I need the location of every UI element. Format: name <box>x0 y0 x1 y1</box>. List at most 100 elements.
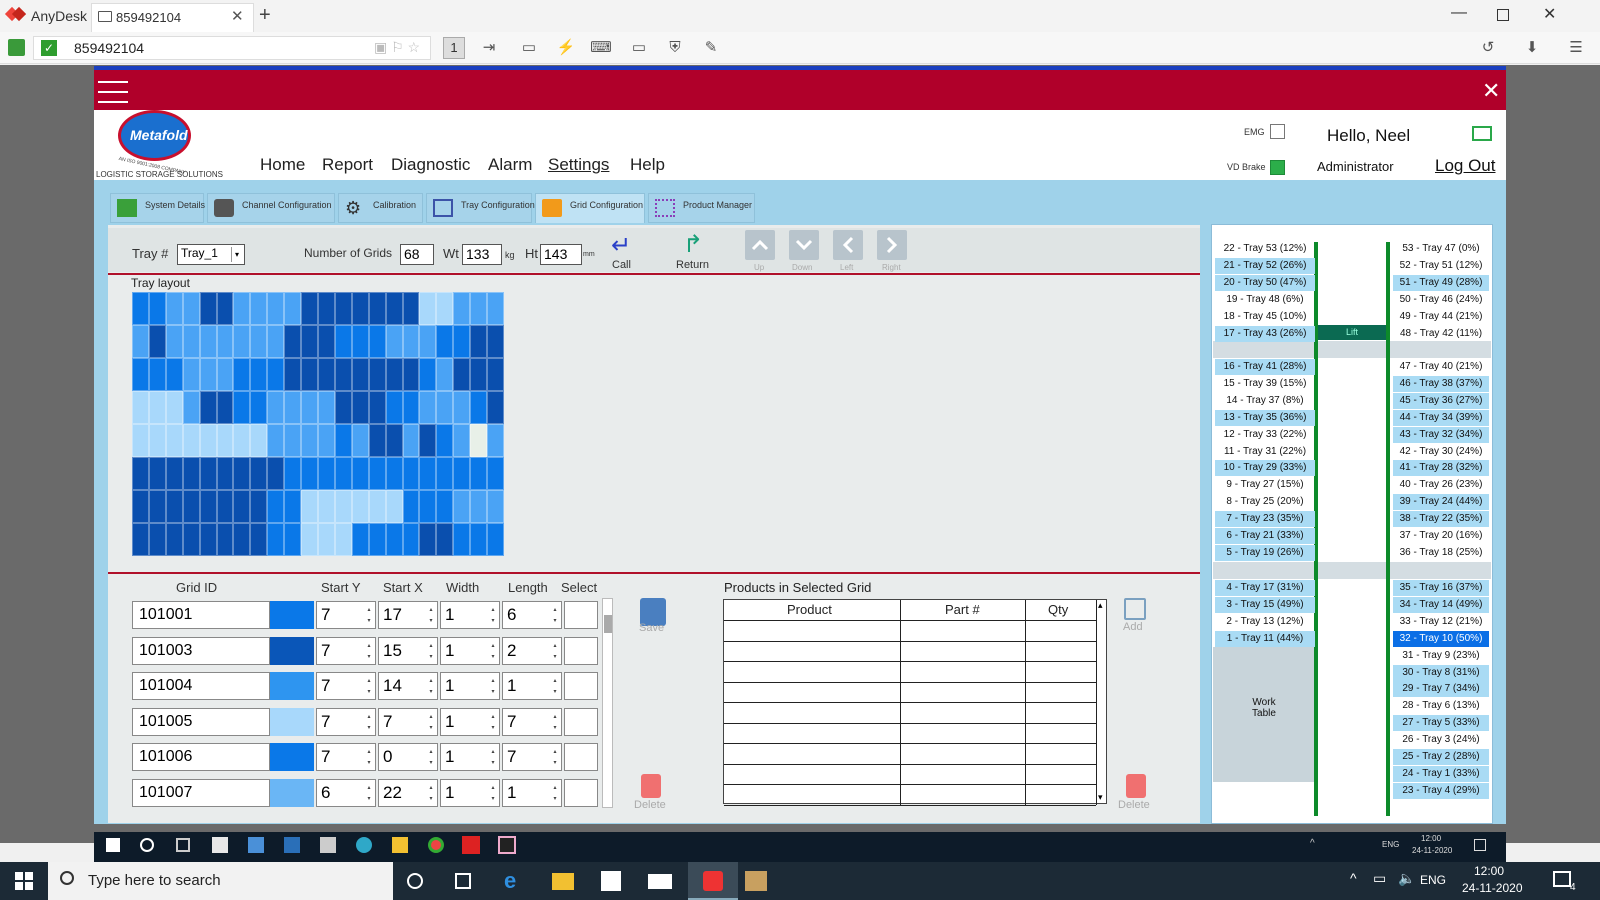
cortana-icon[interactable] <box>407 873 423 889</box>
tray-grid-cell[interactable] <box>368 490 386 523</box>
tray-grid-cell[interactable] <box>132 358 149 391</box>
lift-tray-slot[interactable]: 27 - Tray 5 (33%) <box>1393 715 1489 732</box>
lift-tray-slot[interactable]: 26 - Tray 3 (24%) <box>1393 732 1489 748</box>
down-button[interactable] <box>789 230 819 260</box>
tray-grid-cell[interactable] <box>148 457 166 490</box>
add-product-button[interactable]: Add <box>1123 621 1143 633</box>
tray-grid-cell[interactable] <box>368 457 386 490</box>
tray-grid-cell[interactable] <box>267 490 285 523</box>
lift-tray-slot[interactable]: 19 - Tray 48 (6%) <box>1215 292 1315 308</box>
tray-grid-cell[interactable] <box>148 391 166 424</box>
file-explorer-icon[interactable] <box>552 873 574 890</box>
tray-grid-cell[interactable] <box>132 457 149 490</box>
lift-tray-slot[interactable]: 35 - Tray 16 (37%) <box>1393 580 1489 596</box>
tray-grid-cell[interactable] <box>318 457 335 490</box>
tray-grid-cell[interactable] <box>470 490 488 523</box>
lift-tray-slot[interactable]: 42 - Tray 30 (24%) <box>1393 444 1489 460</box>
tray-grid-cell[interactable] <box>250 457 268 490</box>
tray-grid-cell[interactable] <box>182 457 200 490</box>
lift-tray-slot[interactable]: 15 - Tray 39 (15%) <box>1215 376 1315 392</box>
start-icon[interactable] <box>106 838 120 852</box>
tray-grid-cell[interactable] <box>368 424 386 457</box>
tray-grid-cell[interactable] <box>132 523 149 556</box>
spinner-arrows-icon[interactable]: ▴ ▾ <box>427 783 435 805</box>
tray-grid-cell[interactable] <box>351 490 369 523</box>
tray-grid-cell[interactable] <box>148 523 166 556</box>
tray-grid-cell[interactable] <box>284 490 302 523</box>
tray-grid-cell[interactable] <box>318 292 335 325</box>
tray-grid-cell[interactable] <box>436 325 454 358</box>
width-spinner[interactable]: 1 ▴ ▾ <box>440 636 500 665</box>
inner-lang[interactable]: ENG <box>1382 840 1399 849</box>
tray-grid-cell[interactable] <box>351 424 369 457</box>
lift-tray-slot[interactable]: 6 - Tray 21 (33%) <box>1215 528 1315 544</box>
start-x-spinner[interactable]: 0 ▴ ▾ <box>378 743 438 771</box>
tray-grid-cell[interactable] <box>233 391 251 424</box>
tray-grid-cell[interactable] <box>284 292 302 325</box>
lift-tray-slot[interactable]: 50 - Tray 46 (24%) <box>1393 292 1489 308</box>
spinner-arrows-icon[interactable]: ▴ ▾ <box>489 712 497 734</box>
tray-grid-cell[interactable] <box>419 391 437 424</box>
tray-grid-cell[interactable] <box>182 292 200 325</box>
lift-tray-slot[interactable]: 44 - Tray 34 (39%) <box>1393 409 1489 426</box>
tray-grid-cell[interactable] <box>199 325 217 358</box>
lift-tray-slot[interactable]: 31 - Tray 9 (23%) <box>1393 648 1489 664</box>
permissions-icon[interactable]: ⛨ <box>664 37 686 59</box>
width-spinner[interactable]: 1 ▴ ▾ <box>440 672 500 700</box>
select-checkbox[interactable] <box>564 636 598 665</box>
select-checkbox[interactable] <box>564 601 598 629</box>
tray-grid-cell[interactable] <box>165 358 183 391</box>
grid-id-field[interactable]: 101005 <box>132 707 270 736</box>
tray-grid-cell[interactable] <box>436 424 454 457</box>
spinner-arrows-icon[interactable]: ▴ ▾ <box>365 747 373 769</box>
lift-tray-slot[interactable]: 48 - Tray 42 (11%) <box>1393 326 1489 342</box>
tray-grid-cell[interactable] <box>453 490 471 523</box>
delete-product-button[interactable]: Delete <box>1118 799 1150 811</box>
tray-grid-cell[interactable] <box>419 523 437 556</box>
lift-tray-slot[interactable]: 14 - Tray 37 (8%) <box>1215 393 1315 409</box>
history-icon[interactable]: ↺ <box>1477 37 1499 59</box>
tray-grid-cell[interactable] <box>165 523 183 556</box>
nav-help[interactable]: Help <box>630 155 665 175</box>
lift-tray-slot[interactable]: 17 - Tray 43 (26%) <box>1215 325 1315 342</box>
return-button[interactable]: Return <box>676 259 709 271</box>
lift-tray-slot[interactable]: 37 - Tray 20 (16%) <box>1393 528 1489 544</box>
spinner-arrows-icon[interactable]: ▴ ▾ <box>489 605 497 627</box>
chat-icon[interactable]: ▭ <box>518 37 540 59</box>
tray-grid-cell[interactable] <box>487 358 504 391</box>
tray-grid-cell[interactable] <box>233 490 251 523</box>
call-button[interactable]: Call <box>612 259 631 271</box>
height-field[interactable]: 143 <box>540 244 582 265</box>
tray-grid-cell[interactable] <box>436 391 454 424</box>
tray-grid-cell[interactable] <box>267 292 285 325</box>
lift-tray-slot[interactable]: 40 - Tray 26 (23%) <box>1393 477 1489 493</box>
tray-grid-cell[interactable] <box>402 358 420 391</box>
tray-grid-cell[interactable] <box>182 325 200 358</box>
tray-grid-cell[interactable] <box>402 391 420 424</box>
tray-grid-cell[interactable] <box>487 325 504 358</box>
tray-grid-cell[interactable] <box>385 325 403 358</box>
install-icon[interactable]: ⬇ <box>1521 37 1543 59</box>
tab-grid-configuration[interactable]: Grid Configuration <box>535 193 645 223</box>
tray-grid-cell[interactable] <box>250 523 268 556</box>
clock-time[interactable]: 12:00 <box>1474 864 1504 878</box>
tray-grid-cell[interactable] <box>250 391 268 424</box>
tray-grid-cell[interactable] <box>334 358 352 391</box>
tray-grid-cell[interactable] <box>436 490 454 523</box>
start-x-spinner[interactable]: 14 ▴ ▾ <box>378 672 438 700</box>
lift-tray-slot[interactable]: 33 - Tray 12 (21%) <box>1393 614 1489 630</box>
start-x-spinner[interactable]: 7 ▴ ▾ <box>378 707 438 736</box>
grid-id-field[interactable]: 101003 <box>132 636 270 665</box>
tray-grid-cell[interactable] <box>385 457 403 490</box>
grid-id-field[interactable]: 101006 <box>132 743 270 771</box>
tray-grid-cell[interactable] <box>216 325 234 358</box>
lift-tray-slot[interactable]: 5 - Tray 19 (26%) <box>1215 544 1315 561</box>
tray-grid-cell[interactable] <box>453 523 471 556</box>
grid-table-scrollbar[interactable] <box>602 598 613 808</box>
tray-grid-cell[interactable] <box>368 391 386 424</box>
lift-tray-slot[interactable]: 11 - Tray 31 (22%) <box>1215 444 1315 460</box>
tray-grid-cell[interactable] <box>182 490 200 523</box>
select-checkbox[interactable] <box>564 743 598 771</box>
tray-grid-cell[interactable] <box>284 325 302 358</box>
tray-grid-cell[interactable] <box>199 391 217 424</box>
